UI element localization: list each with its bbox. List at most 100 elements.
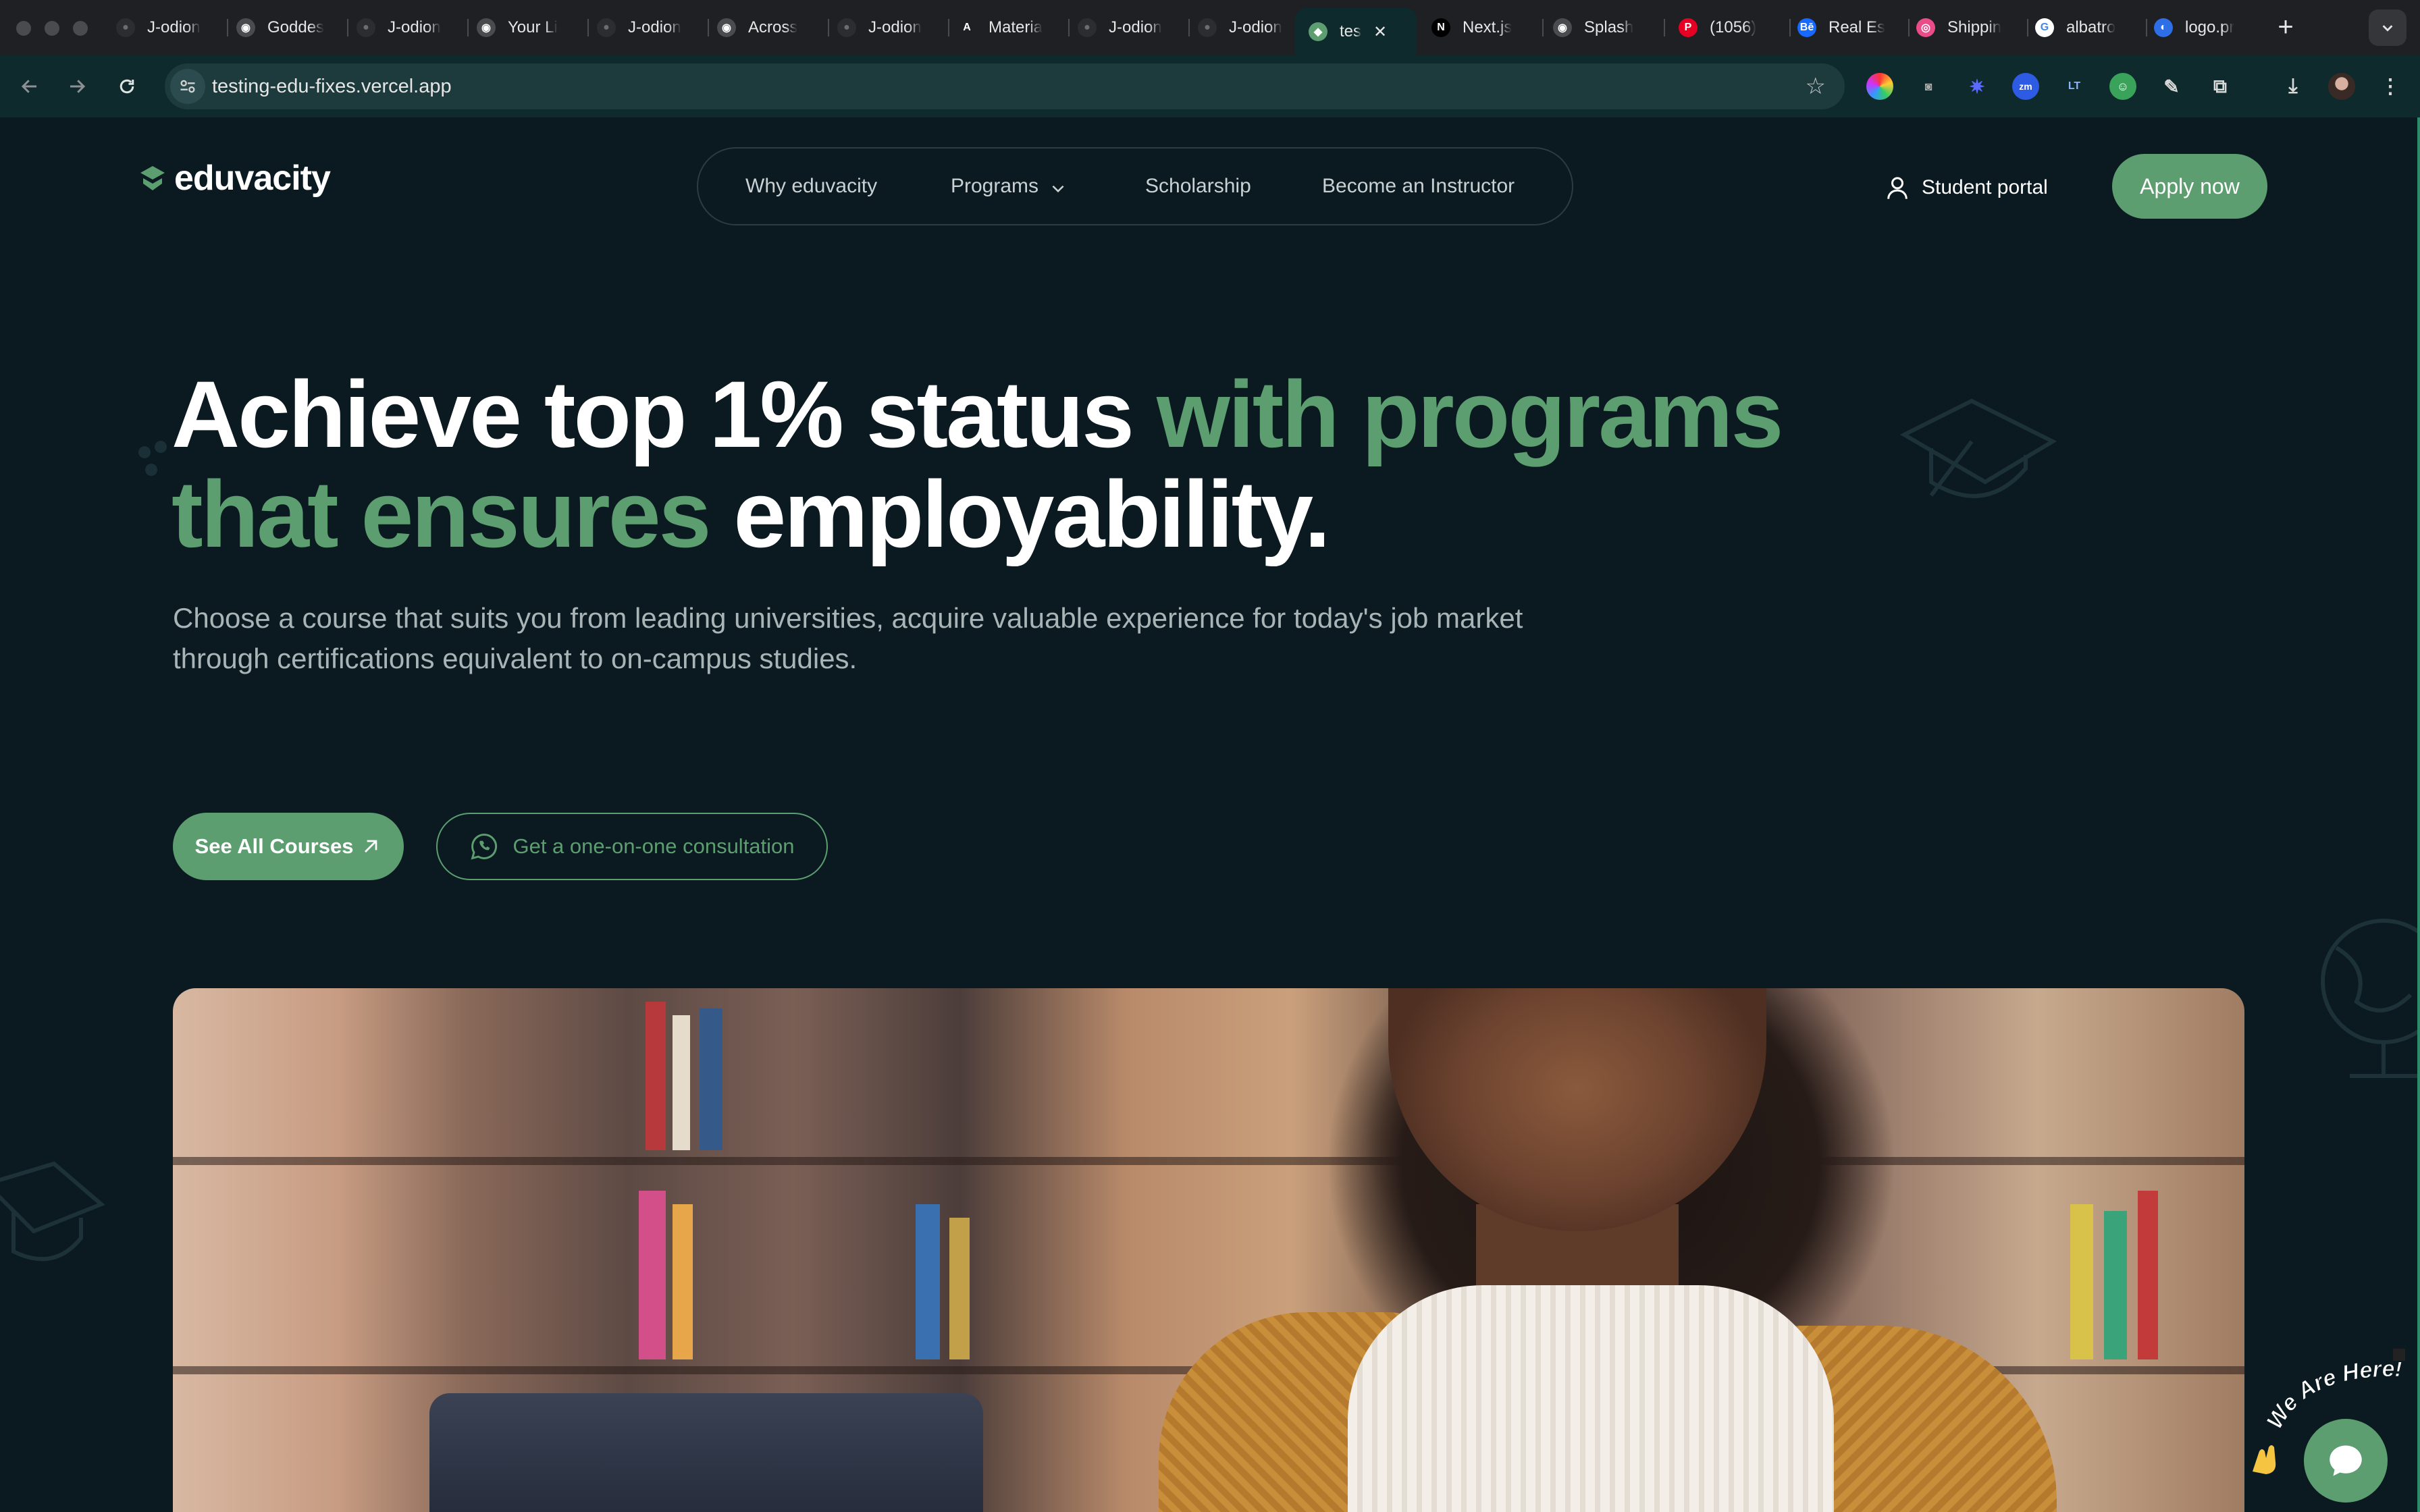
tab-title: J-odion bbox=[628, 18, 681, 36]
tab-title: albatro bbox=[2066, 18, 2116, 36]
bookmark-star-icon[interactable]: ☆ bbox=[1806, 63, 1826, 109]
student-portal-link[interactable]: Student portal bbox=[1884, 171, 2048, 204]
tab-separator bbox=[347, 19, 348, 36]
tab-separator bbox=[1664, 19, 1665, 36]
consultation-label: Get a one-on-one consultation bbox=[512, 834, 795, 858]
browser-tab[interactable]: Galbatro bbox=[2035, 9, 2136, 46]
nextjs-icon: N bbox=[1431, 18, 1450, 37]
window-minimize-button[interactable] bbox=[45, 21, 59, 36]
browser-tab[interactable]: ● J-odion bbox=[597, 9, 698, 46]
tab-title: J-odion bbox=[388, 18, 441, 36]
lt-extension-icon[interactable]: LT bbox=[2061, 73, 2088, 100]
browser-tab[interactable]: ◆ tes ✕ bbox=[1295, 8, 1417, 55]
browser-tab[interactable]: Bē Real Es bbox=[1797, 9, 1899, 46]
browser-tab[interactable]: ◎ Shippin bbox=[1916, 9, 2018, 46]
apply-now-button[interactable]: Apply now bbox=[2112, 154, 2267, 219]
bot-extension-icon[interactable]: ☺ bbox=[2109, 73, 2136, 100]
camera-extension-icon[interactable]: ◙ bbox=[1915, 73, 1942, 100]
github-icon: ● bbox=[116, 18, 135, 37]
see-all-courses-button[interactable]: See All Courses bbox=[173, 813, 404, 880]
tune-icon bbox=[180, 80, 195, 93]
gear-extension-icon[interactable]: ✷ bbox=[1964, 73, 1991, 100]
nav-why-eduvacity[interactable]: Why eduvacity bbox=[745, 148, 877, 224]
chat-widget[interactable]: We Are Here! bbox=[2246, 1357, 2420, 1512]
browser-tabstrip: ● J-odion ◉ Goddes ● J-odion ◉ Your Li ● J-odion ◉… bbox=[0, 0, 2420, 55]
browser-tab[interactable]: ● J-odion bbox=[116, 9, 217, 46]
address-bar[interactable]: testing-edu-fixes.vercel.app ☆ bbox=[165, 63, 1845, 109]
browser-tab[interactable]: A Materia bbox=[957, 9, 1059, 46]
browser-tab[interactable]: ● J-odion bbox=[837, 9, 939, 46]
tab-separator bbox=[1908, 19, 1910, 36]
profile-avatar[interactable] bbox=[2328, 73, 2355, 100]
behance-icon: Bē bbox=[1797, 18, 1816, 37]
chat-bubble-icon bbox=[2330, 1445, 2362, 1476]
eyedropper-extension-icon[interactable]: ✎ bbox=[2158, 73, 2185, 100]
github-icon: ● bbox=[1198, 18, 1217, 37]
chevron-down-icon bbox=[2382, 25, 2393, 32]
material-icon: A bbox=[957, 18, 976, 37]
tab-title: Splash bbox=[1584, 18, 1634, 36]
browser-tab[interactable]: ◉ Splash bbox=[1553, 9, 1654, 46]
tab-separator bbox=[2146, 19, 2147, 36]
hero-title-white-1: Achieve top 1% status bbox=[172, 361, 1157, 467]
browser-tab[interactable]: ● J-odion bbox=[1078, 9, 1179, 46]
hero-title-white-2: employability. bbox=[709, 461, 1330, 567]
tab-close-icon[interactable]: ✕ bbox=[1373, 22, 1387, 42]
site-info-button[interactable] bbox=[170, 69, 205, 104]
user-icon bbox=[1887, 177, 1908, 199]
github-icon: ● bbox=[357, 18, 375, 37]
brand-logo[interactable]: eduvacity bbox=[139, 158, 331, 198]
chat-open-button[interactable] bbox=[2304, 1419, 2388, 1503]
tab-title: Materia bbox=[989, 18, 1043, 36]
reload-button[interactable] bbox=[111, 70, 143, 103]
arrow-up-right-icon bbox=[365, 840, 377, 853]
url-text[interactable]: testing-edu-fixes.vercel.app bbox=[212, 63, 452, 109]
browser-tab[interactable]: ◐ logo.pr bbox=[2154, 9, 2255, 46]
browser-menu-icon[interactable]: ⋮ bbox=[2377, 73, 2404, 100]
tab-separator bbox=[467, 19, 469, 36]
window-zoom-button[interactable] bbox=[73, 21, 88, 36]
browser-tab[interactable]: ◉ Goddes bbox=[236, 9, 338, 46]
download-icon[interactable]: ⤓ bbox=[2280, 73, 2307, 100]
github-icon: ● bbox=[1078, 18, 1097, 37]
puzzle-extensions-icon[interactable]: ⧉ bbox=[2207, 73, 2234, 100]
tab-title: (1056) bbox=[1710, 18, 1757, 36]
nav-scholarship[interactable]: Scholarship bbox=[1145, 148, 1251, 224]
browser-tab[interactable]: ● J-odion bbox=[357, 9, 458, 46]
web-page: eduvacity Why eduvacity Programs Scholar… bbox=[0, 117, 2420, 1512]
globe-icon: ◉ bbox=[477, 18, 496, 37]
color-picker-extension-icon[interactable] bbox=[1866, 73, 1893, 100]
chevron-down-icon bbox=[1052, 185, 1064, 193]
book-decoration bbox=[2138, 1191, 2158, 1359]
brand-name: eduvacity bbox=[174, 159, 331, 198]
browser-tab[interactable]: ◉ Your Li bbox=[477, 9, 578, 46]
hero-image bbox=[173, 988, 2244, 1512]
back-button[interactable] bbox=[14, 70, 46, 103]
browser-tab[interactable]: ● J-odion bbox=[1198, 9, 1299, 46]
tab-search-button[interactable] bbox=[2369, 9, 2406, 46]
book-decoration bbox=[639, 1191, 666, 1359]
book-decoration bbox=[646, 1002, 666, 1150]
nav-programs[interactable]: Programs bbox=[951, 148, 1067, 224]
tab-title: J-odion bbox=[1229, 18, 1282, 36]
browser-tab[interactable]: N Next.js bbox=[1431, 9, 1533, 46]
browser-tab[interactable]: P (1056) bbox=[1679, 9, 1780, 46]
logo-icon: ◐ bbox=[2154, 18, 2173, 37]
hero-subtitle: Choose a course that suits you from lead… bbox=[173, 602, 1523, 674]
new-tab-button[interactable]: + bbox=[2269, 11, 2303, 43]
zoom-extension-icon[interactable]: zm bbox=[2012, 73, 2039, 100]
nav-become-instructor[interactable]: Become an Instructor bbox=[1322, 148, 1515, 224]
github-icon: ● bbox=[597, 18, 616, 37]
browser-tab[interactable]: ◉ Across bbox=[717, 9, 818, 46]
arrow-right-icon bbox=[70, 80, 86, 93]
chat-dismiss-button[interactable] bbox=[2392, 1347, 2406, 1362]
consultation-button[interactable]: Get a one-on-one consultation bbox=[436, 813, 828, 880]
laptop bbox=[429, 1393, 983, 1512]
hero-title: Achieve top 1% status with programs that… bbox=[172, 364, 1941, 564]
window-close-button[interactable] bbox=[16, 21, 31, 36]
globe-decoration-icon bbox=[2321, 919, 2420, 1078]
forward-button[interactable] bbox=[61, 70, 93, 103]
tab-separator bbox=[708, 19, 709, 36]
page-scrollbar[interactable] bbox=[2417, 117, 2420, 1512]
book-decoration bbox=[673, 1204, 693, 1359]
